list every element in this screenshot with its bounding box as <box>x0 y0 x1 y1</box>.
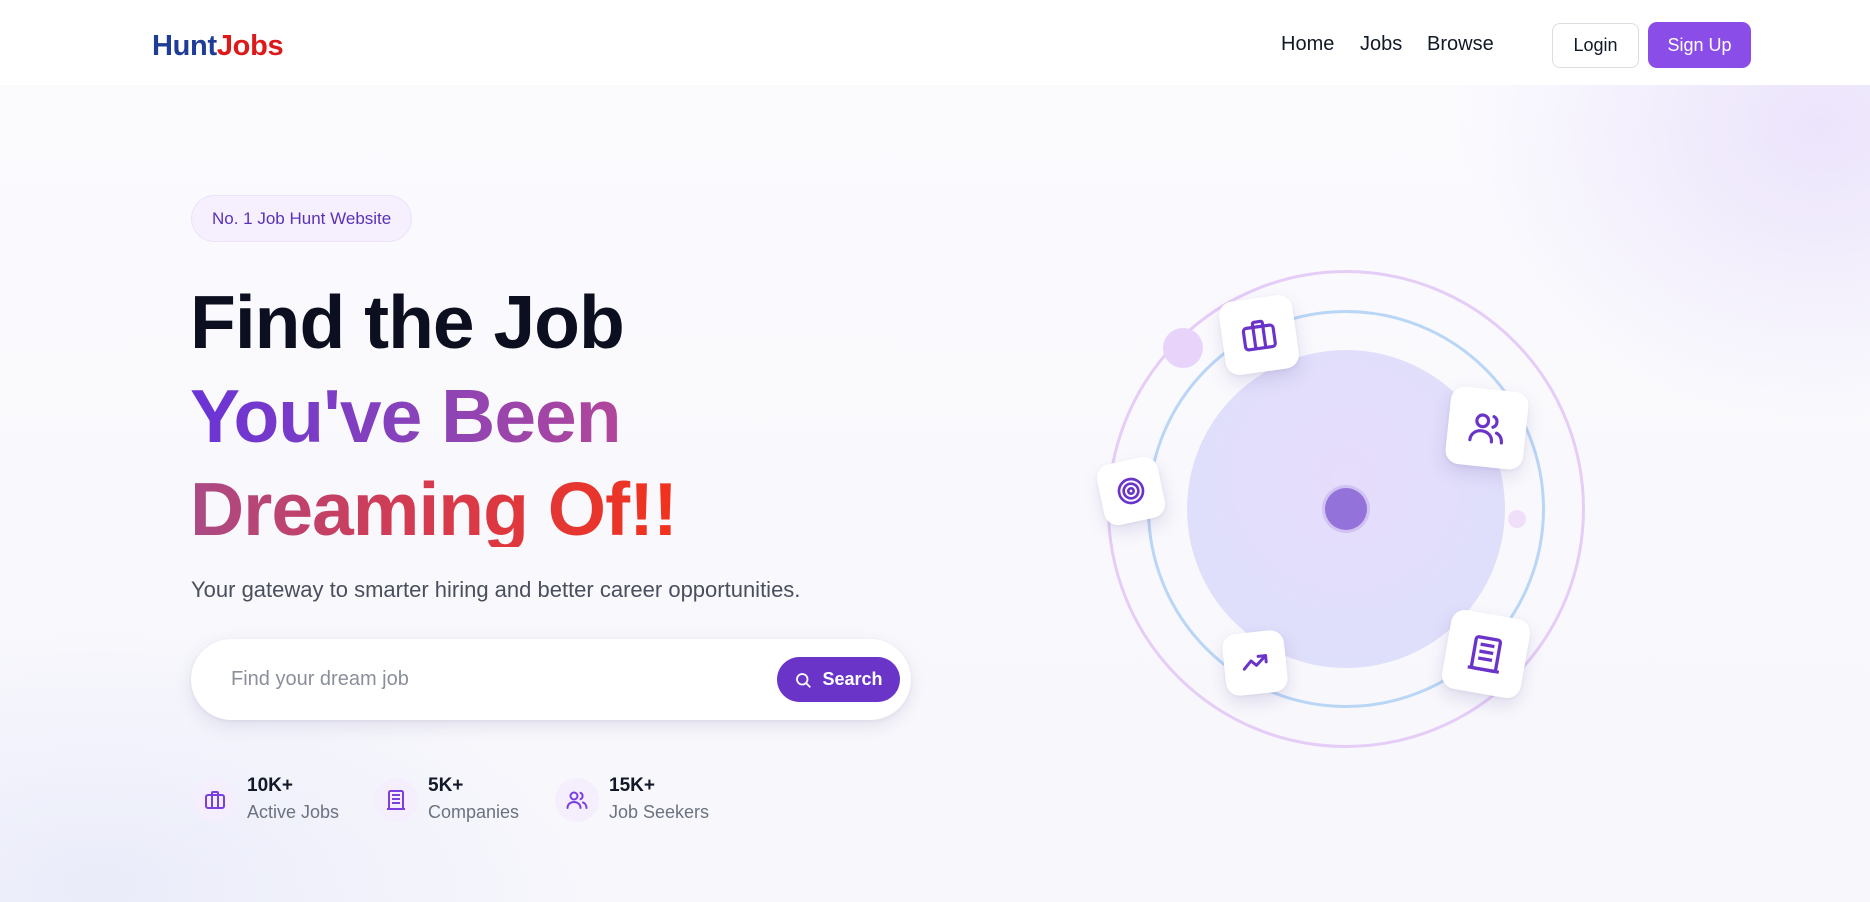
building-card <box>1439 607 1533 701</box>
search-button-label: Search <box>822 669 883 689</box>
search-button[interactable]: Search <box>777 657 900 702</box>
brand-logo-part-2: Jobs <box>216 30 284 62</box>
stat-label: Companies <box>428 802 520 822</box>
target-icon <box>1112 472 1150 510</box>
hero-illustration <box>1090 262 1610 762</box>
users-icon <box>555 778 599 822</box>
nav-link-browse[interactable]: Browse <box>1427 33 1494 56</box>
briefcase-icon <box>193 778 237 822</box>
signup-button[interactable]: Sign Up <box>1648 22 1751 68</box>
trending-card <box>1220 628 1290 698</box>
building-icon <box>374 778 418 822</box>
decorative-dot <box>1163 328 1203 368</box>
stat-value: 15K+ <box>609 775 655 796</box>
brand-logo[interactable]: HuntJobs <box>152 30 284 63</box>
job-search-bar: Search <box>191 639 911 720</box>
users-icon <box>1465 406 1509 450</box>
trending-up-icon <box>1239 647 1272 680</box>
stat-value: 10K+ <box>247 775 293 796</box>
target-card <box>1094 454 1168 528</box>
building-icon <box>1462 630 1511 679</box>
site-header: HuntJobs Home Jobs Browse Login Sign Up <box>0 0 1870 85</box>
hero-title-line-1: Find the Job <box>190 280 625 364</box>
decorative-dot <box>1508 510 1526 528</box>
brand-logo-part-1: Hunt <box>152 30 217 62</box>
briefcase-card <box>1217 293 1301 377</box>
stat-value: 5K+ <box>428 775 464 796</box>
nav-link-jobs[interactable]: Jobs <box>1360 33 1402 56</box>
stat-label: Job Seekers <box>609 802 710 822</box>
briefcase-icon <box>1236 312 1281 357</box>
hero-badge: No. 1 Job Hunt Website <box>191 195 413 242</box>
users-card <box>1444 385 1530 471</box>
job-search-input[interactable] <box>231 659 751 699</box>
nav-link-home[interactable]: Home <box>1281 33 1334 56</box>
hero-title-line-3: Dreaming Of!! <box>190 467 678 551</box>
login-button[interactable]: Login <box>1552 23 1639 68</box>
hero-tagline: Your gateway to smarter hiring and bette… <box>191 577 801 602</box>
center-dot <box>1325 488 1367 530</box>
search-icon <box>794 671 812 689</box>
hero-title-line-2: You've Been <box>190 374 622 458</box>
stat-label: Active Jobs <box>247 802 340 822</box>
